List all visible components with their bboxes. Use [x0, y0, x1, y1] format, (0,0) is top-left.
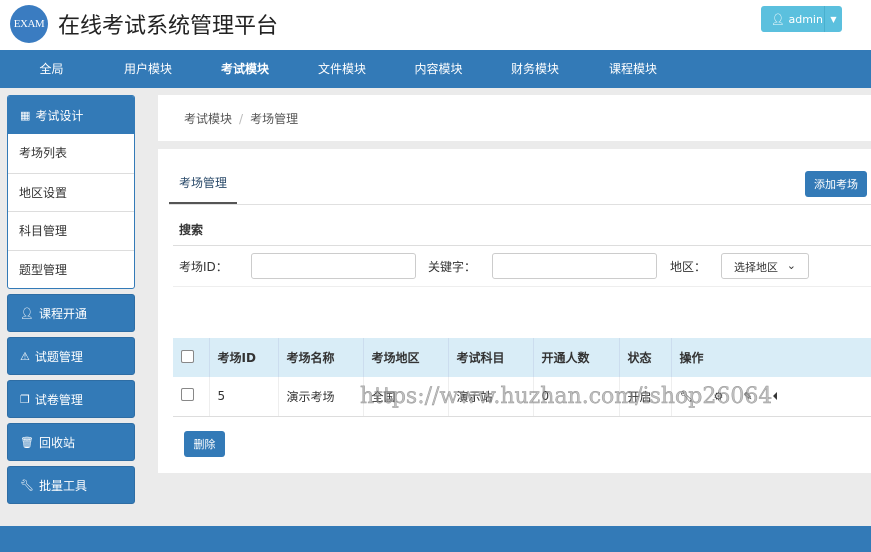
- region-label: 地区：: [670, 260, 707, 274]
- cell-count: 0: [533, 377, 620, 417]
- breadcrumb: 考试模块 / 考场管理: [158, 95, 871, 141]
- breadcrumb-current: 考场管理: [250, 112, 299, 126]
- nav-course[interactable]: 课程模块: [580, 50, 686, 88]
- chevron-down-icon: ⌄: [786, 259, 796, 272]
- col-count: 开通人数: [533, 338, 620, 377]
- sidebar-batch[interactable]: 🔧︎ 批量工具: [7, 466, 135, 504]
- nav-finance[interactable]: 财务模块: [490, 50, 580, 88]
- copy-icon: ❐: [20, 392, 30, 406]
- venue-table: 考场ID 考场名称 考场地区 考试科目 开通人数 状态 操作 5 演示考场 全国…: [173, 338, 871, 417]
- sidebar-label: 批量工具: [38, 478, 87, 493]
- cell-name: 演示考场: [278, 377, 364, 417]
- id-label: 考场ID：: [179, 260, 228, 274]
- nav-global[interactable]: 全局: [0, 50, 103, 88]
- cell-status: 开启: [619, 377, 672, 417]
- cell-actions: 🔧︎ ⚙ ✎ ⏴: [671, 377, 871, 417]
- nav-exam[interactable]: 考试模块: [193, 50, 297, 88]
- sidebar-exam-design[interactable]: ▦ 考试设计: [8, 96, 134, 134]
- edit-icon[interactable]: ✎: [743, 390, 752, 403]
- grid-icon: ▦: [20, 108, 31, 122]
- delete-button[interactable]: 删除: [184, 431, 225, 457]
- sidebar-label: 试题管理: [34, 349, 83, 364]
- sidebar-item-subject[interactable]: 科目管理: [8, 211, 134, 250]
- region-select-value: 选择地区: [734, 261, 778, 274]
- col-name: 考场名称: [278, 338, 364, 377]
- sidebar-label: 课程开通: [38, 306, 87, 321]
- search-title: 搜索: [179, 223, 204, 237]
- col-subject: 考试科目: [448, 338, 534, 377]
- cell-subject: 演示站: [448, 377, 534, 417]
- table-header: 考场ID 考场名称 考场地区 考试科目 开通人数 状态 操作: [173, 338, 871, 377]
- sidebar-trash[interactable]: 🗑︎ 回收站: [7, 423, 135, 461]
- sidebar: ▦ 考试设计 考场列表 地区设置 科目管理 题型管理 👤︎ 课程开通 ⚠ 试题管理 ❐…: [7, 95, 135, 509]
- nav-user[interactable]: 用户模块: [103, 50, 193, 88]
- app-title: 在线考试系统管理平台: [58, 14, 279, 39]
- breadcrumb-exam[interactable]: 考试模块: [184, 112, 232, 126]
- cell-id: 5: [209, 377, 279, 417]
- col-actions: 操作: [671, 338, 871, 377]
- main-nav: 全局 用户模块 考试模块 文件模块 内容模块 财务模块 课程模块: [0, 50, 871, 88]
- trash-icon: 🗑︎: [20, 435, 34, 449]
- sidebar-item-question-type[interactable]: 题型管理: [8, 249, 134, 289]
- sidebar-item-venue-list[interactable]: 考场列表: [8, 134, 134, 173]
- wrench-icon[interactable]: 🔧︎: [680, 390, 694, 403]
- wrench-icon: 🔧︎: [20, 478, 34, 492]
- nav-content[interactable]: 内容模块: [387, 50, 490, 88]
- col-region: 考场地区: [363, 338, 449, 377]
- gear-icon[interactable]: ⚙: [713, 390, 723, 403]
- region-select[interactable]: 选择地区 ⌄: [721, 253, 809, 279]
- cell-region: 全国: [363, 377, 449, 417]
- select-all-checkbox[interactable]: [181, 349, 194, 363]
- table-row: 5 演示考场 全国 演示站 0 开启 🔧︎ ⚙ ✎ ⏴: [173, 377, 871, 417]
- footer: [0, 526, 871, 552]
- keyword-label: 关键字：: [428, 260, 477, 274]
- user-icon: 👤︎: [20, 306, 34, 320]
- header: EXAM 在线考试系统管理平台 👤︎ admin ▼: [0, 0, 871, 50]
- sidebar-papers[interactable]: ❐ 试卷管理: [7, 380, 135, 418]
- sidebar-label: 试卷管理: [34, 392, 83, 407]
- add-venue-button[interactable]: 添加考场: [805, 171, 867, 197]
- id-input[interactable]: [251, 253, 416, 279]
- nav-file[interactable]: 文件模块: [297, 50, 387, 88]
- user-menu-button[interactable]: 👤︎ admin ▼: [761, 6, 842, 32]
- sidebar-questions[interactable]: ⚠ 试题管理: [7, 337, 135, 375]
- sidebar-label: 考试设计: [35, 108, 84, 123]
- back-icon[interactable]: ⏴: [773, 390, 779, 403]
- username: admin: [788, 12, 823, 26]
- logo: EXAM: [10, 5, 48, 43]
- caret-down-icon[interactable]: ▼: [824, 6, 842, 32]
- keyword-input[interactable]: [492, 253, 657, 279]
- warning-icon: ⚠: [20, 349, 30, 363]
- sidebar-course[interactable]: 👤︎ 课程开通: [7, 294, 135, 332]
- sidebar-label: 回收站: [38, 435, 75, 450]
- col-id: 考场ID: [209, 338, 279, 377]
- tab-venue[interactable]: 考场管理: [169, 171, 237, 204]
- col-status: 状态: [619, 338, 672, 377]
- row-checkbox[interactable]: [181, 388, 194, 402]
- main-panel: 考场管理 添加考场 搜索 考场ID： 关键字： 地区： 选择地区 ⌄ 考场ID …: [158, 149, 871, 473]
- tab-label: 考场管理: [178, 176, 227, 190]
- user-icon: 👤︎: [771, 12, 785, 26]
- sidebar-item-region[interactable]: 地区设置: [8, 172, 134, 212]
